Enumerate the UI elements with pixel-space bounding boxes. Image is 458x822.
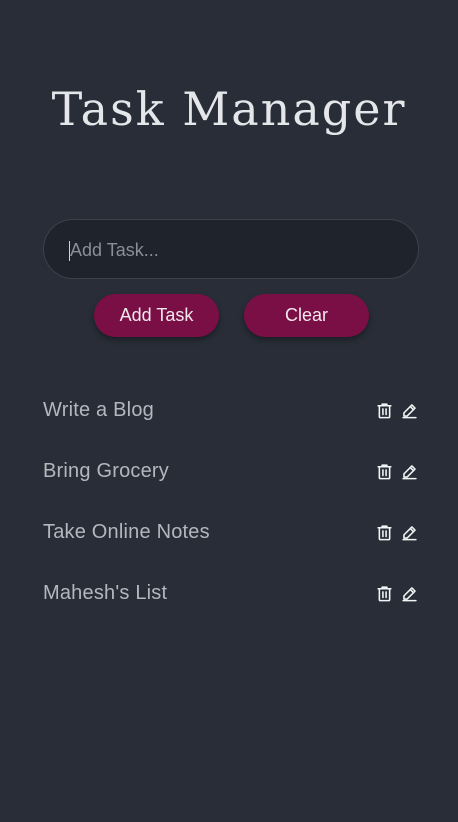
task-item: Write a Blog (43, 380, 419, 441)
pencil-icon[interactable] (400, 523, 419, 542)
task-text: Mahesh's List (43, 582, 168, 604)
task-item: Bring Grocery (43, 441, 419, 502)
task-input-container (43, 219, 419, 280)
task-text: Take Online Notes (43, 521, 210, 543)
task-actions (375, 584, 419, 603)
trash-icon[interactable] (375, 523, 394, 542)
task-list: Write a Blog Bring Grocery Take Online N… (43, 380, 419, 624)
task-text: Bring Grocery (43, 460, 169, 482)
trash-icon[interactable] (375, 401, 394, 420)
add-task-input[interactable] (68, 220, 392, 280)
pencil-icon[interactable] (400, 584, 419, 603)
add-task-button[interactable]: Add Task (94, 294, 219, 337)
pencil-icon[interactable] (400, 401, 419, 420)
trash-icon[interactable] (375, 584, 394, 603)
task-actions (375, 523, 419, 542)
task-actions (375, 401, 419, 420)
task-actions (375, 462, 419, 481)
page-title: Task Manager (51, 82, 407, 136)
pencil-icon[interactable] (400, 462, 419, 481)
task-item: Mahesh's List (43, 563, 419, 624)
task-item: Take Online Notes (43, 502, 419, 563)
text-caret (69, 241, 70, 261)
task-text: Write a Blog (43, 399, 154, 421)
trash-icon[interactable] (375, 462, 394, 481)
clear-button[interactable]: Clear (244, 294, 369, 337)
